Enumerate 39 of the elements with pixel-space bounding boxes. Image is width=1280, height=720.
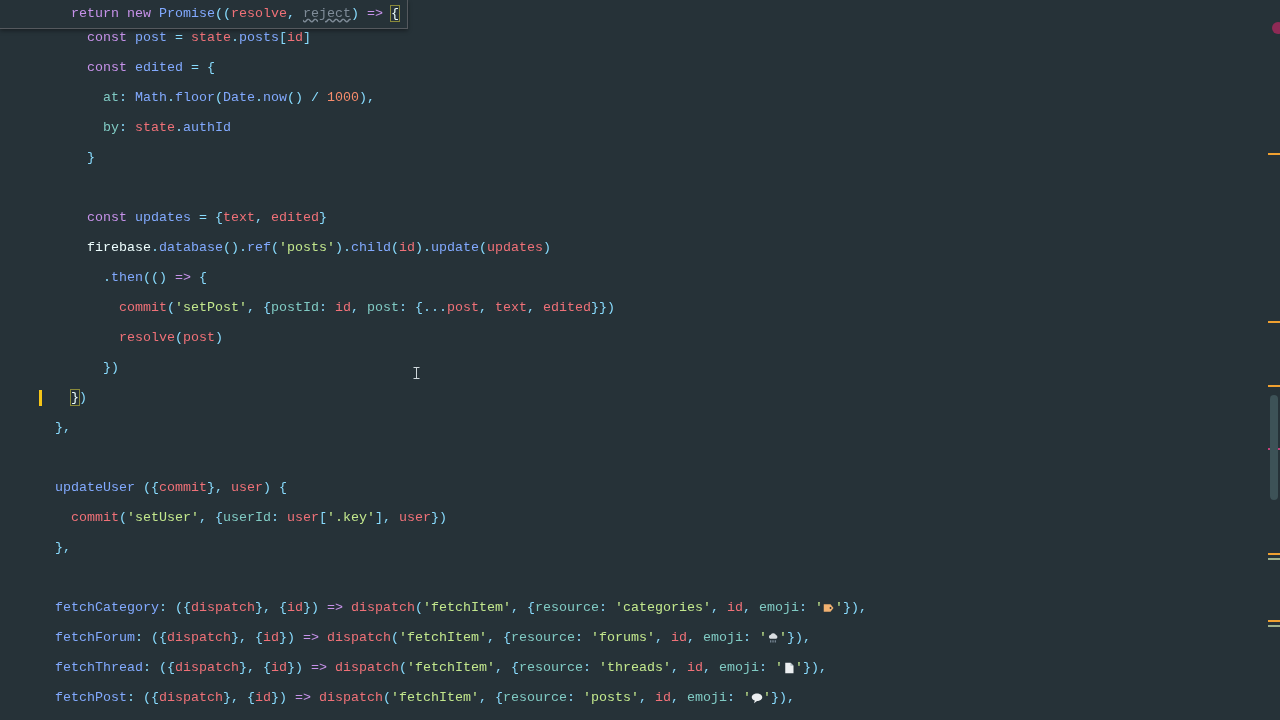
code-text: resolve(post) <box>118 330 223 346</box>
speech-bubble-icon <box>750 692 763 704</box>
overview-marker <box>1268 625 1280 627</box>
code-text: updateUser ({commit}, user) { <box>55 480 287 496</box>
code-text: firebase.database().ref('posts').child(id).update(updates) <box>86 240 551 256</box>
code-text: fetchThread: ({dispatch}, {id}) => dispatch('fetchItem', {resource: 'threads', id, emoji: ' <box>55 660 783 676</box>
code-text: at: Math.floor(Date.now() / 1000), <box>102 90 375 106</box>
code-text: const post = state.posts[id] <box>86 30 311 46</box>
overview-marker <box>1268 553 1280 555</box>
sticky-scroll-header[interactable]: return new Promise((resolve, reject) => { <box>0 0 408 29</box>
overview-marker <box>1268 558 1280 560</box>
scrollbar-thumb[interactable] <box>1270 395 1278 500</box>
text-cursor-icon <box>413 367 420 379</box>
code-text: '}), <box>834 600 867 616</box>
overview-marker <box>1268 385 1280 387</box>
code-text: fetchCategory: ({dispatch}, {id}) => dispatch('fetchItem', {resource: 'categories', id, emoji: ' <box>55 600 823 616</box>
code-text: const updates = {text, edited} <box>86 210 327 226</box>
overview-marker <box>1268 321 1280 323</box>
code-text: '}), <box>778 630 811 646</box>
code-text: }, <box>55 540 71 556</box>
code-text: fetchForum: ({dispatch}, {id}) => dispatch('fetchItem', {resource: 'forums', id, emoji: ' <box>55 630 767 646</box>
code-text: }, <box>55 420 71 436</box>
tag-icon <box>822 602 835 614</box>
overview-marker <box>1268 620 1280 622</box>
code-text: return new Promise((resolve, reject) => { <box>70 6 399 22</box>
code-text: commit('setPost', {postId: id, post: {...post, text, edited}}) <box>118 300 615 316</box>
code-text: '}), <box>794 660 827 676</box>
code-text: } <box>86 150 95 166</box>
code-text: fetchPost: ({dispatch}, {id}) => dispatch('fetchItem', {resource: 'posts', id, emoji: ' <box>55 690 751 706</box>
code-text: const edited = { <box>86 60 215 76</box>
code-text: }) <box>102 360 119 376</box>
code-text: .then(() => { <box>102 270 207 286</box>
snow-cloud-icon <box>766 632 779 644</box>
code-text: }) <box>70 390 87 406</box>
code-text: by: state.authId <box>102 120 231 136</box>
code-text: commit('setUser', {userId: user['.key'], user}) <box>70 510 447 526</box>
document-icon <box>782 662 795 674</box>
code-text: '}), <box>762 690 795 706</box>
overview-marker <box>1268 153 1280 155</box>
